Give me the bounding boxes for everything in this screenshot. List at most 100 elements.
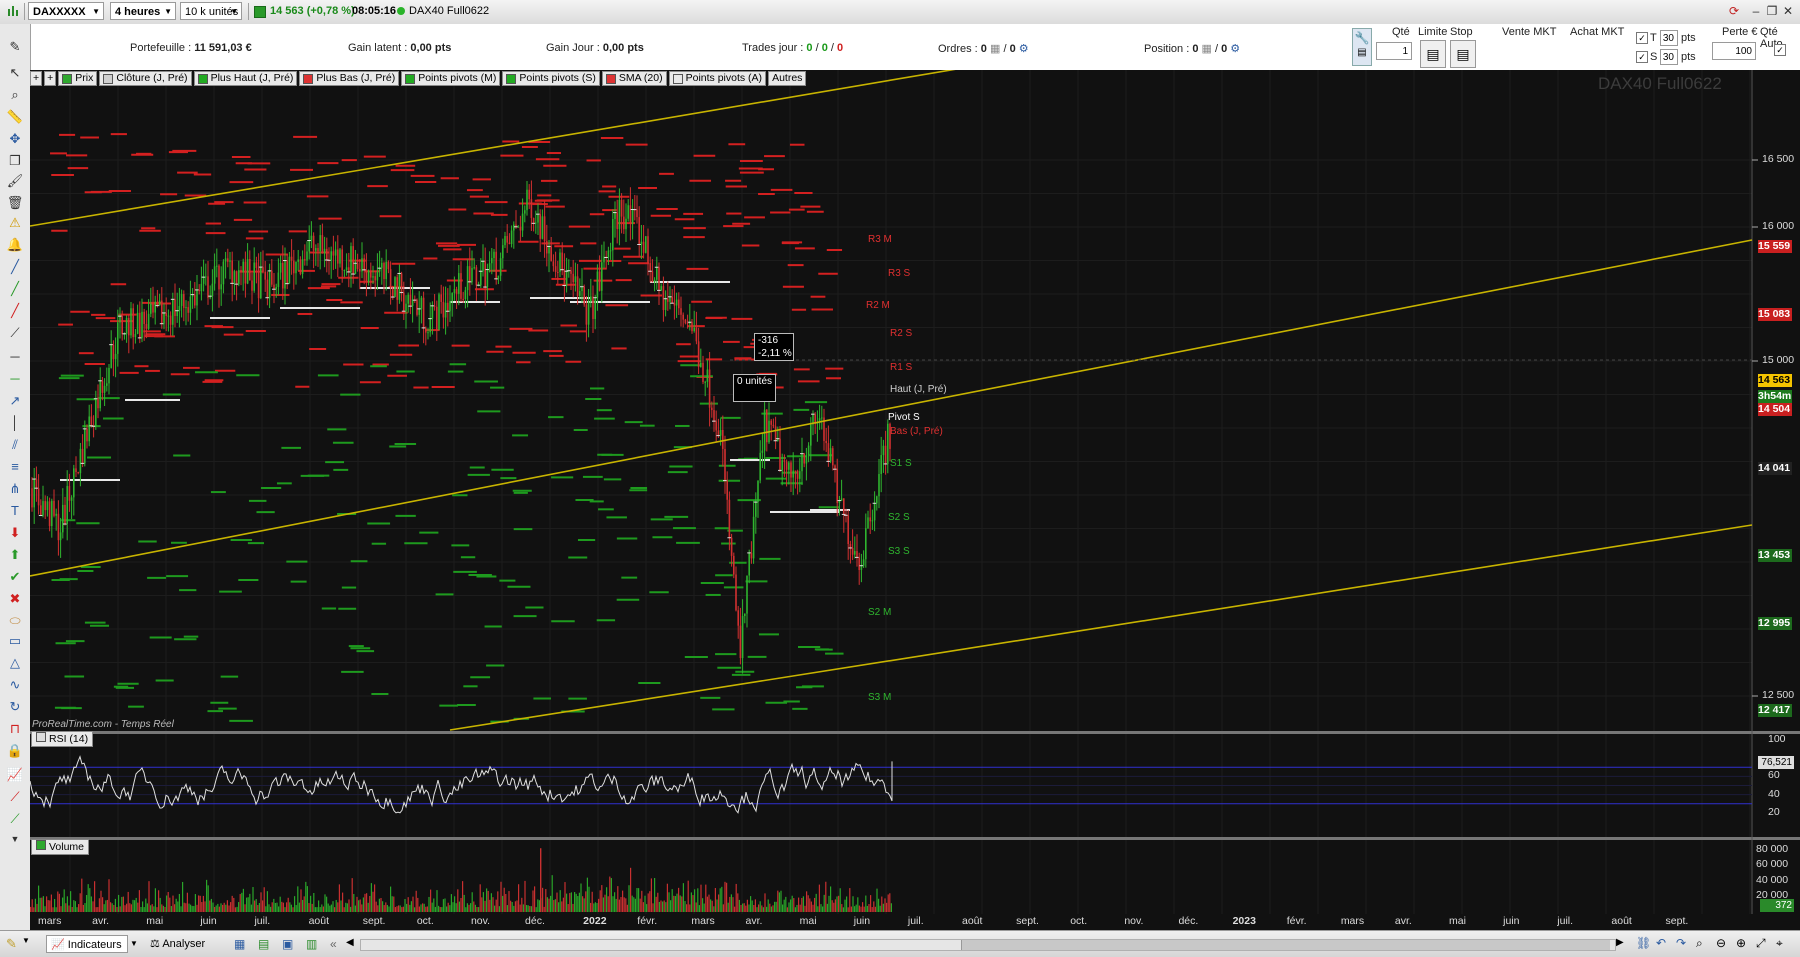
alert-icon[interactable]: ⚠ [5, 214, 25, 232]
pencil-icon[interactable]: ✎ [6, 936, 17, 952]
buy-market-button[interactable]: 14 564 [1562, 44, 1628, 68]
brush-icon[interactable]: 🖌 [5, 172, 25, 190]
scroll-right-icon[interactable]: ▶ [1616, 937, 1624, 948]
zoom-out-icon[interactable]: ⊖ [1716, 936, 1726, 950]
text-icon[interactable]: T [5, 502, 25, 520]
legend-item[interactable]: Clôture (J, Pré) [99, 71, 192, 86]
legend-item[interactable]: Plus Bas (J, Pré) [299, 71, 400, 86]
qte-input[interactable]: 1 [1376, 42, 1412, 60]
legend-item[interactable]: SMA (20) [601, 71, 667, 86]
s-input[interactable]: 30 [1660, 49, 1678, 65]
chevron-down-icon[interactable]: ▼ [22, 936, 30, 945]
link-icon[interactable]: ⛓ [1636, 936, 1651, 950]
triangle-icon[interactable]: △ [5, 654, 25, 672]
price-chart-canvas[interactable] [30, 70, 1800, 914]
sell-zone-icon[interactable]: ⟋ [5, 788, 25, 806]
lock-icon[interactable]: 🔒 [5, 742, 25, 760]
red-line-icon[interactable]: ╱ [5, 302, 25, 320]
scroll-down-icon[interactable]: ▼ [5, 830, 25, 848]
fit-icon[interactable]: ⤢ [1756, 936, 1766, 951]
channel-icon[interactable]: ⫽ [5, 436, 25, 454]
ellipse-icon[interactable]: ⬭ [5, 612, 25, 630]
trendline-icon[interactable]: ╱ [5, 280, 25, 298]
symbol-select[interactable]: DAXXXXX ▼ [28, 2, 104, 20]
check-icon[interactable]: ✔ [5, 568, 25, 586]
position-settings-icon[interactable]: ⚙ [1230, 43, 1240, 55]
volume-legend[interactable]: Volume [31, 839, 90, 855]
time-axis[interactable]: mars avr. mai juin juil. août sept. oct. nov. déc… [30, 914, 1800, 930]
arrow-line-icon[interactable]: ↗ [5, 392, 25, 410]
sync-icon[interactable]: ⟳ [1726, 3, 1742, 19]
indicateurs-button[interactable]: 📈 Indicateurs [46, 935, 128, 953]
scrollbar-thumb[interactable] [961, 940, 1610, 950]
copy-icon[interactable]: ❐ [5, 152, 25, 170]
minimize-icon[interactable]: – [1748, 3, 1764, 19]
ordres-settings-icon[interactable]: ⚙ [1019, 43, 1029, 55]
close-icon[interactable]: ✕ [1780, 3, 1796, 19]
t-input[interactable]: 30 [1660, 30, 1678, 46]
stop-order-button[interactable]: ▤ [1450, 40, 1476, 68]
scroll-left-icon[interactable]: ◀ [346, 937, 354, 948]
segment-icon[interactable]: ⟋ [5, 324, 25, 342]
limit-order-button[interactable]: ▤ [1420, 40, 1446, 68]
cycle-icon[interactable]: ↻ [5, 698, 25, 716]
pitchfork-icon[interactable]: ⋔ [5, 480, 25, 498]
chart-type-icon[interactable] [6, 4, 20, 18]
legend-item[interactable]: Points pivots (M) [401, 71, 501, 86]
restore-icon[interactable]: ❐ [1764, 3, 1780, 19]
volume-bar [767, 899, 769, 912]
ruler-icon[interactable]: 📏 [5, 108, 25, 126]
layout-icon[interactable]: ▦ [234, 937, 245, 951]
redo-icon[interactable]: ↷ [1676, 936, 1686, 950]
pen-icon[interactable]: ✎ [5, 38, 25, 56]
undo-icon[interactable]: ↶ [1656, 936, 1666, 950]
rsi-legend[interactable]: RSI (14) [31, 731, 94, 747]
rewind-icon[interactable]: « [330, 937, 337, 951]
zoom-range-icon[interactable]: ⌕ [1696, 936, 1703, 951]
trash-icon[interactable]: 🗑 [5, 194, 25, 212]
add-chart-icon[interactable]: + [44, 71, 57, 86]
legend-item[interactable]: Prix [58, 71, 98, 86]
cross-icon[interactable]: ✖ [5, 590, 25, 608]
backtest-icon[interactable]: ▥ [306, 937, 317, 951]
qte-auto-checkbox[interactable]: ✓ [1774, 44, 1786, 56]
ordres-list-icon[interactable]: ▦ [990, 43, 1000, 55]
legend-item[interactable]: Plus Haut (J, Pré) [193, 71, 298, 86]
hline-green-icon[interactable]: ─ [5, 370, 25, 388]
sell-market-button[interactable]: 14 561 [1492, 44, 1558, 68]
perte-input[interactable]: 100 [1712, 42, 1756, 60]
timeframe-select[interactable]: 4 heures ▼ [110, 2, 176, 20]
pin-icon[interactable]: ⌖ [1776, 936, 1783, 951]
rectangle-icon[interactable]: ▭ [5, 632, 25, 650]
t-checkbox[interactable]: ✓ [1636, 32, 1648, 44]
s-checkbox[interactable]: ✓ [1636, 51, 1648, 63]
vline-icon[interactable]: │ [5, 414, 25, 432]
indicators-dropdown-icon[interactable]: ▼ [130, 939, 138, 948]
fib-icon[interactable]: ≡ [5, 458, 25, 476]
arrow-down-icon[interactable]: ⬇ [5, 524, 25, 542]
line-icon[interactable]: ╱ [5, 258, 25, 276]
wrench-icon[interactable]: 🔧 ▤ [1352, 28, 1372, 66]
arrow-up-icon[interactable]: ⬆ [5, 546, 25, 564]
legend-item[interactable]: Points pivots (A) [668, 71, 767, 86]
move-icon[interactable]: ✥ [5, 130, 25, 148]
zoom-icon[interactable]: ⌕ [5, 86, 25, 104]
buy-zone-icon[interactable]: ⟋ [5, 810, 25, 828]
indicator-icon[interactable]: 📈 [5, 766, 25, 784]
chart-area[interactable] [30, 70, 1800, 914]
units-select[interactable]: 10 k unités ▼ [180, 2, 242, 20]
position-list-icon[interactable]: ▦ [1202, 43, 1212, 55]
magnet-icon[interactable]: ⊓ [5, 720, 25, 738]
wave-icon[interactable]: ∿ [5, 676, 25, 694]
table-icon[interactable]: ▤ [258, 937, 269, 951]
add-indicator-icon[interactable]: + [30, 71, 43, 86]
screener-icon[interactable]: ▣ [282, 937, 293, 951]
horizontal-scrollbar[interactable] [360, 939, 1616, 951]
bell-icon[interactable]: 🔔 [5, 236, 25, 254]
legend-item[interactable]: Points pivots (S) [502, 71, 600, 86]
legend-item[interactable]: Autres [768, 71, 807, 86]
analyser-button[interactable]: ⚖ Analyser [146, 935, 226, 953]
hline-icon[interactable]: ─ [5, 348, 25, 366]
cursor-icon[interactable]: ↖ [5, 64, 25, 82]
zoom-in-icon[interactable]: ⊕ [1736, 936, 1746, 950]
